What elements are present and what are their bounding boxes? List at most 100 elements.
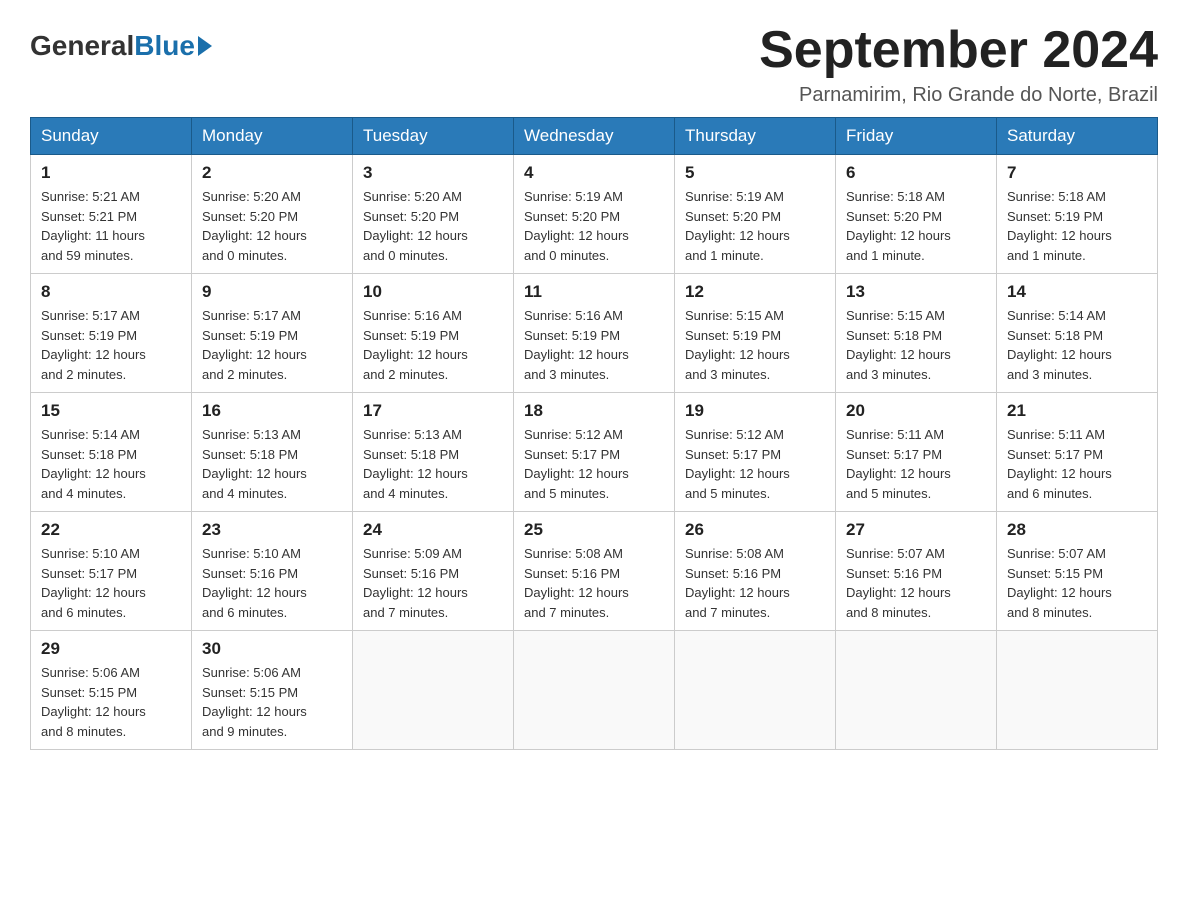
table-row: 23 Sunrise: 5:10 AMSunset: 5:16 PMDayligh… <box>192 512 353 631</box>
day-number: 7 <box>1007 163 1147 183</box>
day-info: Sunrise: 5:13 AMSunset: 5:18 PMDaylight:… <box>202 425 342 503</box>
logo-blue-part: Blue <box>134 30 212 62</box>
col-header-tuesday: Tuesday <box>353 118 514 155</box>
table-row <box>514 631 675 750</box>
day-info: Sunrise: 5:08 AMSunset: 5:16 PMDaylight:… <box>685 544 825 622</box>
day-number: 9 <box>202 282 342 302</box>
day-number: 15 <box>41 401 181 421</box>
table-row: 18Sunrise: 5:12 AMSunset: 5:17 PMDayligh… <box>514 393 675 512</box>
day-info: Sunrise: 5:14 AMSunset: 5:18 PMDaylight:… <box>41 425 181 503</box>
day-number: 20 <box>846 401 986 421</box>
day-info: Sunrise: 5:18 AMSunset: 5:19 PMDaylight:… <box>1007 187 1147 265</box>
calendar-header-row: Sunday Monday Tuesday Wednesday Thursday… <box>31 118 1158 155</box>
day-number: 14 <box>1007 282 1147 302</box>
table-row: 22 Sunrise: 5:10 AMSunset: 5:17 PMDayligh… <box>31 512 192 631</box>
calendar-subtitle: Parnamirim, Rio Grande do Norte, Brazil <box>759 84 1158 107</box>
logo-general-text: General <box>30 30 134 62</box>
table-row: 26 Sunrise: 5:08 AMSunset: 5:16 PMDayligh… <box>675 512 836 631</box>
col-header-thursday: Thursday <box>675 118 836 155</box>
day-number: 30 <box>202 639 342 659</box>
table-row: 6Sunrise: 5:18 AMSunset: 5:20 PMDaylight… <box>836 155 997 274</box>
day-number: 8 <box>41 282 181 302</box>
day-number: 17 <box>363 401 503 421</box>
table-row: 19 Sunrise: 5:12 AMSunset: 5:17 PMDayligh… <box>675 393 836 512</box>
day-info: Sunrise: 5:11 AMSunset: 5:17 PMDaylight:… <box>846 425 986 503</box>
day-info: Sunrise: 5:16 AMSunset: 5:19 PMDaylight:… <box>524 306 664 384</box>
day-info: Sunrise: 5:06 AMSunset: 5:15 PMDaylight:… <box>41 663 181 741</box>
table-row: 11 Sunrise: 5:16 AMSunset: 5:19 PMDayligh… <box>514 274 675 393</box>
table-row <box>353 631 514 750</box>
day-info: Sunrise: 5:21 AMSunset: 5:21 PMDaylight:… <box>41 187 181 265</box>
table-row: 21 Sunrise: 5:11 AMSunset: 5:17 PMDayligh… <box>997 393 1158 512</box>
week-row-5: 29 Sunrise: 5:06 AMSunset: 5:15 PMDayligh… <box>31 631 1158 750</box>
day-info: Sunrise: 5:11 AMSunset: 5:17 PMDaylight:… <box>1007 425 1147 503</box>
page-header: General Blue September 2024 Parnamirim, … <box>30 20 1158 107</box>
day-info: Sunrise: 5:13 AMSunset: 5:18 PMDaylight:… <box>363 425 503 503</box>
day-number: 18 <box>524 401 664 421</box>
week-row-1: 1 Sunrise: 5:21 AMSunset: 5:21 PMDaylight… <box>31 155 1158 274</box>
day-number: 4 <box>524 163 664 183</box>
day-number: 12 <box>685 282 825 302</box>
logo-triangle-icon <box>198 36 212 56</box>
day-info: Sunrise: 5:16 AMSunset: 5:19 PMDaylight:… <box>363 306 503 384</box>
day-info: Sunrise: 5:15 AMSunset: 5:19 PMDaylight:… <box>685 306 825 384</box>
day-info: Sunrise: 5:12 AMSunset: 5:17 PMDaylight:… <box>685 425 825 503</box>
table-row: 4Sunrise: 5:19 AMSunset: 5:20 PMDaylight… <box>514 155 675 274</box>
day-number: 19 <box>685 401 825 421</box>
table-row: 12 Sunrise: 5:15 AMSunset: 5:19 PMDayligh… <box>675 274 836 393</box>
day-info: Sunrise: 5:10 AMSunset: 5:16 PMDaylight:… <box>202 544 342 622</box>
day-info: Sunrise: 5:17 AMSunset: 5:19 PMDaylight:… <box>41 306 181 384</box>
day-number: 28 <box>1007 520 1147 540</box>
table-row: 10 Sunrise: 5:16 AMSunset: 5:19 PMDayligh… <box>353 274 514 393</box>
table-row: 20 Sunrise: 5:11 AMSunset: 5:17 PMDayligh… <box>836 393 997 512</box>
logo-blue-text: Blue <box>134 30 195 62</box>
day-number: 26 <box>685 520 825 540</box>
day-number: 27 <box>846 520 986 540</box>
day-number: 10 <box>363 282 503 302</box>
col-header-wednesday: Wednesday <box>514 118 675 155</box>
day-number: 29 <box>41 639 181 659</box>
day-info: Sunrise: 5:14 AMSunset: 5:18 PMDaylight:… <box>1007 306 1147 384</box>
day-number: 6 <box>846 163 986 183</box>
day-info: Sunrise: 5:09 AMSunset: 5:16 PMDaylight:… <box>363 544 503 622</box>
week-row-4: 22 Sunrise: 5:10 AMSunset: 5:17 PMDayligh… <box>31 512 1158 631</box>
table-row: 5Sunrise: 5:19 AMSunset: 5:20 PMDaylight… <box>675 155 836 274</box>
calendar-table: Sunday Monday Tuesday Wednesday Thursday… <box>30 117 1158 750</box>
table-row: 24Sunrise: 5:09 AMSunset: 5:16 PMDayligh… <box>353 512 514 631</box>
table-row: 2 Sunrise: 5:20 AMSunset: 5:20 PMDaylight… <box>192 155 353 274</box>
logo: General Blue <box>30 30 212 62</box>
col-header-monday: Monday <box>192 118 353 155</box>
table-row: 29 Sunrise: 5:06 AMSunset: 5:15 PMDayligh… <box>31 631 192 750</box>
day-info: Sunrise: 5:20 AMSunset: 5:20 PMDaylight:… <box>202 187 342 265</box>
day-number: 21 <box>1007 401 1147 421</box>
day-info: Sunrise: 5:06 AMSunset: 5:15 PMDaylight:… <box>202 663 342 741</box>
day-info: Sunrise: 5:10 AMSunset: 5:17 PMDaylight:… <box>41 544 181 622</box>
table-row: 9Sunrise: 5:17 AMSunset: 5:19 PMDaylight… <box>192 274 353 393</box>
day-number: 23 <box>202 520 342 540</box>
day-info: Sunrise: 5:08 AMSunset: 5:16 PMDaylight:… <box>524 544 664 622</box>
table-row: 8 Sunrise: 5:17 AMSunset: 5:19 PMDaylight… <box>31 274 192 393</box>
day-number: 3 <box>363 163 503 183</box>
day-number: 1 <box>41 163 181 183</box>
table-row: 28Sunrise: 5:07 AMSunset: 5:15 PMDayligh… <box>997 512 1158 631</box>
calendar-title: September 2024 <box>759 20 1158 80</box>
day-number: 11 <box>524 282 664 302</box>
day-number: 13 <box>846 282 986 302</box>
day-number: 2 <box>202 163 342 183</box>
table-row: 15 Sunrise: 5:14 AMSunset: 5:18 PMDayligh… <box>31 393 192 512</box>
table-row: 25 Sunrise: 5:08 AMSunset: 5:16 PMDayligh… <box>514 512 675 631</box>
week-row-2: 8 Sunrise: 5:17 AMSunset: 5:19 PMDaylight… <box>31 274 1158 393</box>
day-number: 16 <box>202 401 342 421</box>
day-info: Sunrise: 5:07 AMSunset: 5:16 PMDaylight:… <box>846 544 986 622</box>
table-row: 1 Sunrise: 5:21 AMSunset: 5:21 PMDaylight… <box>31 155 192 274</box>
col-header-sunday: Sunday <box>31 118 192 155</box>
table-row: 16 Sunrise: 5:13 AMSunset: 5:18 PMDayligh… <box>192 393 353 512</box>
calendar-body: 1 Sunrise: 5:21 AMSunset: 5:21 PMDaylight… <box>31 155 1158 750</box>
title-area: September 2024 Parnamirim, Rio Grande do… <box>759 20 1158 107</box>
table-row: 7 Sunrise: 5:18 AMSunset: 5:19 PMDaylight… <box>997 155 1158 274</box>
day-number: 25 <box>524 520 664 540</box>
day-number: 22 <box>41 520 181 540</box>
table-row: 17 Sunrise: 5:13 AMSunset: 5:18 PMDayligh… <box>353 393 514 512</box>
week-row-3: 15 Sunrise: 5:14 AMSunset: 5:18 PMDayligh… <box>31 393 1158 512</box>
day-info: Sunrise: 5:20 AMSunset: 5:20 PMDaylight:… <box>363 187 503 265</box>
